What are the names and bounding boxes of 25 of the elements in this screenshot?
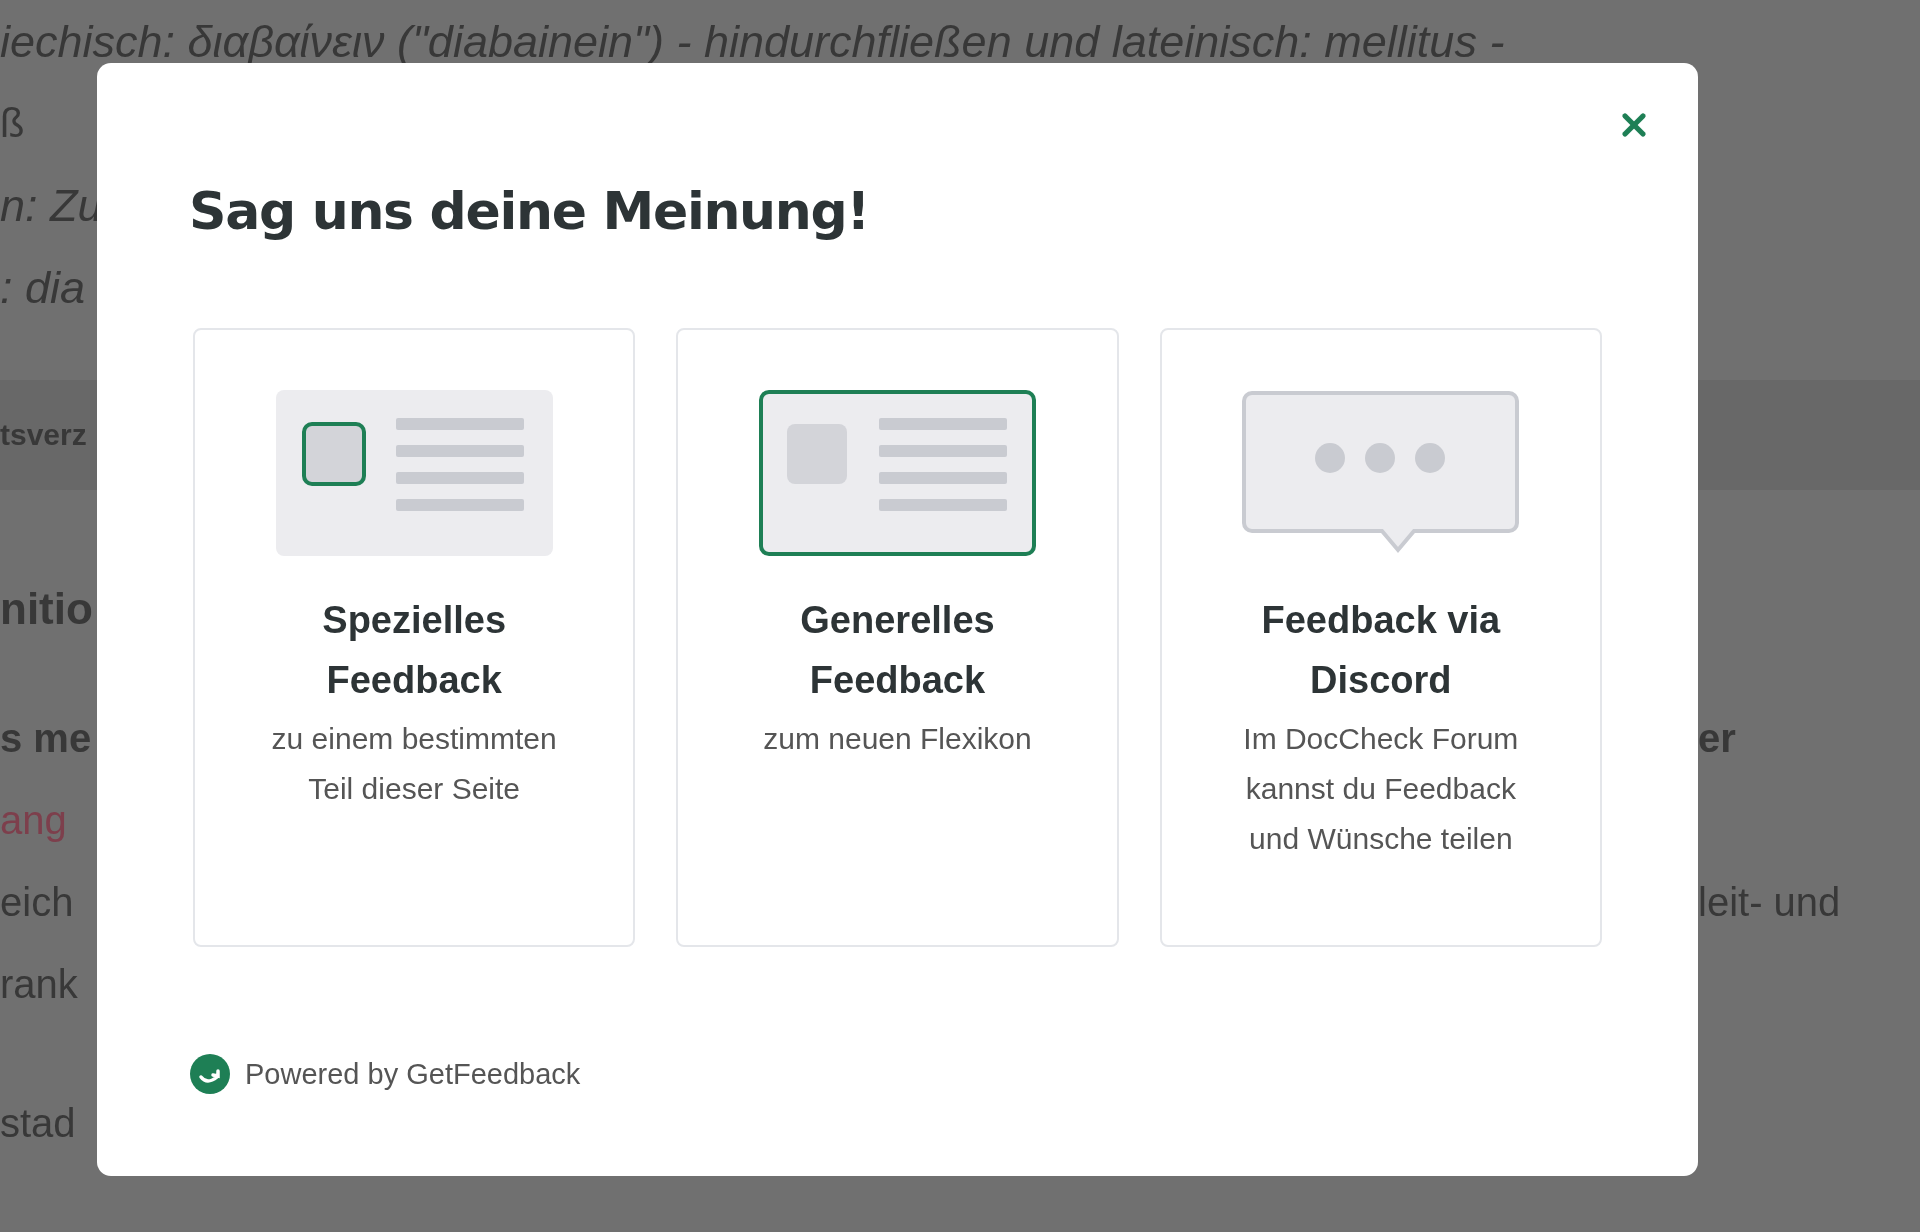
refresh-logo-icon [189, 1053, 231, 1096]
feedback-option-card[interactable]: Feedback via Discord Im DocCheck Forum kannst du Feedback und Wünsche teilen [1159, 328, 1602, 947]
page-text: s me [0, 718, 92, 758]
dialog-title: Sag uns deine Meinung! [189, 180, 870, 243]
page-text: leit- und [1698, 882, 1842, 922]
page-text: rank [0, 964, 78, 1004]
feedback-option-card[interactable]: Generelles Feedback zum neuen Flexikon [676, 328, 1119, 947]
page-section-icon [275, 390, 553, 556]
option-description: Im DocCheck Forum kannst du Feedback und Wünsche teilen [1242, 721, 1520, 857]
option-title: Feedback via Discord [1260, 598, 1502, 703]
powered-by-link[interactable]: Powered by GetFeedback [245, 1052, 581, 1096]
speech-bubble-icon [1242, 390, 1520, 556]
page-text: er [1698, 718, 1737, 758]
page-text: : dia [0, 264, 86, 310]
option-title: Generelles Feedback [799, 598, 996, 703]
feedback-option-card[interactable]: Spezielles Feedback zu einem bestimmten Teil dieser Seite [193, 328, 636, 947]
page-text: iechisch: διαβαίνειν ("diabainein") - hindurchfließen und lateinisch: mellitus - [0, 18, 1505, 64]
page-text: ß [0, 103, 25, 143]
section-heading: nitio [0, 587, 93, 631]
page-text: stad [0, 1103, 76, 1143]
page-card-icon [759, 390, 1036, 556]
option-description: zu einem bestimmten Teil dieser Seite [270, 721, 558, 807]
page-text: eich [0, 882, 74, 922]
option-title: Spezielles Feedback [321, 598, 508, 703]
option-description: zum neuen Flexikon [763, 721, 1032, 757]
